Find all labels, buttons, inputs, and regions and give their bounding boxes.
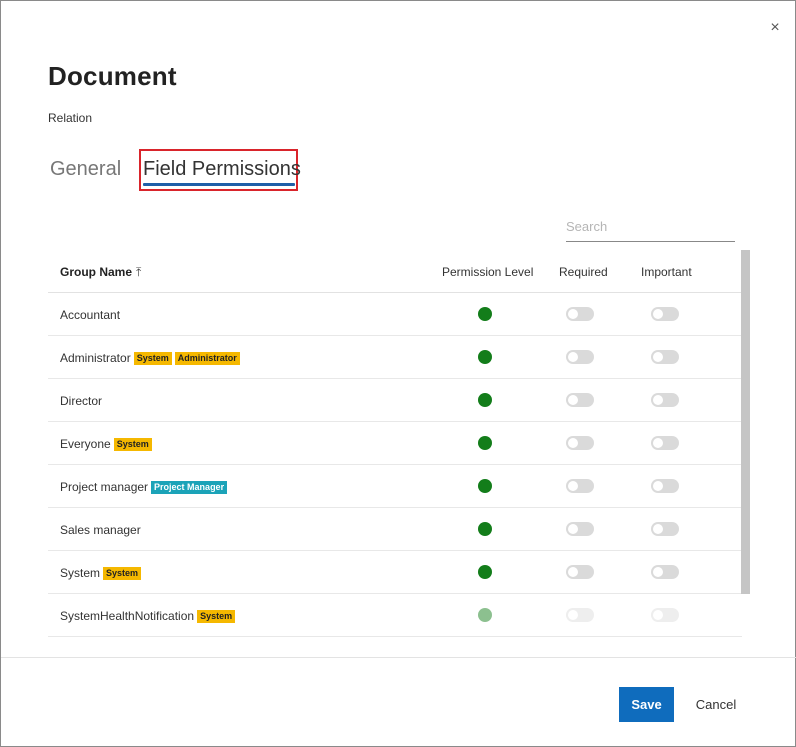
group-name-cell: Sales manager	[60, 523, 141, 537]
permission-level-indicator[interactable]	[478, 608, 492, 622]
group-badge: System	[113, 438, 152, 451]
permission-level-indicator[interactable]	[478, 350, 492, 364]
table-body: Accountant Administrator System Administrat…	[48, 293, 742, 637]
required-toggle[interactable]	[566, 307, 594, 321]
table-row: Sales manager	[48, 508, 742, 551]
group-badge: System	[133, 352, 172, 365]
group-name-text: Everyone	[60, 437, 111, 451]
required-toggle[interactable]	[566, 436, 594, 450]
table-row: System System	[48, 551, 742, 594]
sort-ascending-icon[interactable]: ⤒	[136, 265, 141, 280]
tab-general[interactable]: General	[50, 158, 121, 181]
column-header-permission-level: Permission Level	[442, 265, 534, 279]
column-header-required: Required	[559, 265, 608, 279]
permission-level-indicator[interactable]	[478, 565, 492, 579]
search-input[interactable]	[566, 211, 735, 242]
table-row: Project manager Project Manager	[48, 465, 742, 508]
dialog-subtitle: Relation	[48, 111, 93, 125]
required-toggle[interactable]	[566, 608, 594, 622]
group-badge: Project Manager	[151, 481, 228, 494]
important-toggle[interactable]	[651, 350, 679, 364]
permission-level-indicator[interactable]	[478, 307, 492, 321]
table-row: Director	[48, 379, 742, 422]
required-toggle[interactable]	[566, 393, 594, 407]
table-row: Administrator System Administrator	[48, 336, 742, 379]
group-name-text: SystemHealthNotification	[60, 609, 195, 623]
cancel-button[interactable]: Cancel	[684, 687, 748, 722]
group-badge: System	[103, 567, 142, 580]
group-name-text: System	[60, 566, 101, 580]
table-scrollbar[interactable]	[741, 250, 750, 594]
permission-level-indicator[interactable]	[478, 393, 492, 407]
permissions-dialog: × Document Relation General Field Permis…	[0, 0, 796, 747]
permission-level-indicator[interactable]	[478, 479, 492, 493]
group-name-cell: SystemHealthNotification System	[60, 609, 236, 623]
important-toggle[interactable]	[651, 522, 679, 536]
required-toggle[interactable]	[566, 565, 594, 579]
important-toggle[interactable]	[651, 479, 679, 493]
permissions-table: Group Name ⤒ Permission Level Required Im…	[48, 250, 742, 637]
table-row: Everyone System	[48, 422, 742, 465]
permission-level-indicator[interactable]	[478, 522, 492, 536]
tab-field-permissions-label: Field Permissions	[143, 158, 301, 180]
active-tab-underline	[143, 183, 295, 186]
group-name-cell: Project manager Project Manager	[60, 480, 228, 494]
important-toggle[interactable]	[651, 608, 679, 622]
important-toggle[interactable]	[651, 436, 679, 450]
permission-level-indicator[interactable]	[478, 436, 492, 450]
important-toggle[interactable]	[651, 393, 679, 407]
important-toggle[interactable]	[651, 307, 679, 321]
footer-divider	[1, 657, 796, 658]
save-button[interactable]: Save	[619, 687, 674, 722]
table-header: Group Name ⤒ Permission Level Required Im…	[48, 250, 742, 293]
group-name-cell: Everyone System	[60, 437, 152, 451]
group-name-text: Sales manager	[60, 523, 141, 537]
group-name-text: Director	[60, 394, 103, 408]
group-name-text: Administrator	[60, 351, 131, 365]
table-row: SystemHealthNotification System	[48, 594, 742, 637]
group-badge: Administrator	[174, 352, 240, 365]
dialog-title: Document	[48, 61, 177, 91]
group-name-text: Accountant	[60, 308, 121, 322]
close-icon[interactable]: ×	[767, 18, 783, 38]
required-toggle[interactable]	[566, 522, 594, 536]
required-toggle[interactable]	[566, 479, 594, 493]
required-toggle[interactable]	[566, 350, 594, 364]
column-header-important: Important	[641, 265, 692, 279]
group-name-cell: Administrator System Administrator	[60, 351, 240, 365]
group-name-cell: System System	[60, 566, 142, 580]
table-row: Accountant	[48, 293, 742, 336]
group-name-cell: Director	[60, 394, 102, 408]
important-toggle[interactable]	[651, 565, 679, 579]
column-header-group-name[interactable]: Group Name ⤒	[60, 265, 141, 280]
column-header-group-name-label: Group Name	[60, 265, 133, 279]
tab-field-permissions[interactable]: Field Permissions	[139, 149, 301, 191]
group-badge: System	[197, 610, 236, 623]
group-name-cell: Accountant	[60, 308, 120, 322]
group-name-text: Project manager	[60, 480, 149, 494]
